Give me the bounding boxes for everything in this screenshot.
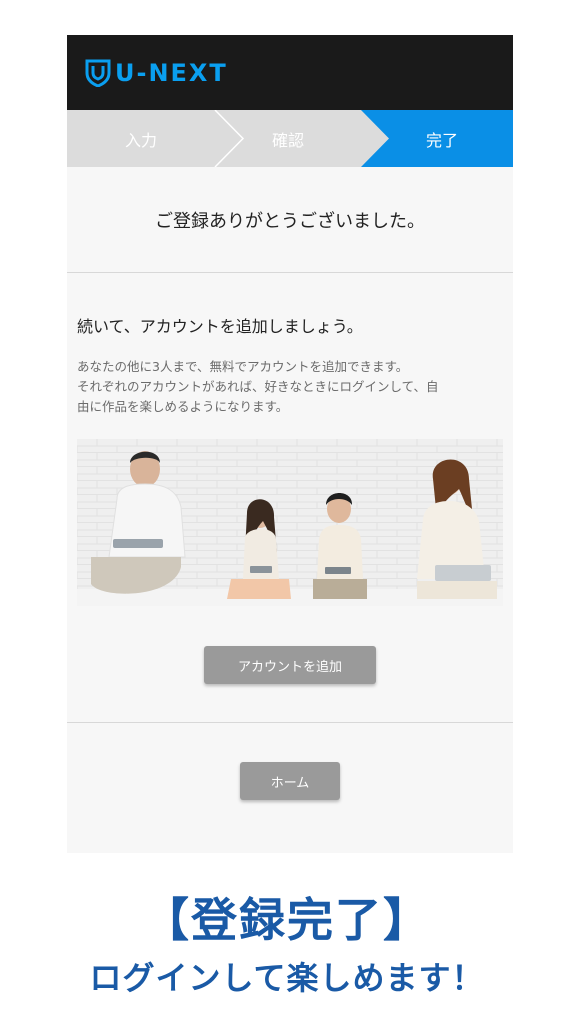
- app-screen: U-NEXT 入力 確認 完了 ご登録ありがとうございました。 続いて、アカウン…: [67, 35, 513, 853]
- desc-line-3: 由に作品を楽しめるようになります。: [77, 399, 289, 414]
- desc-line-1: あなたの他に3人まで、無料でアカウントを追加できます。: [77, 359, 409, 374]
- step-input: 入力: [124, 130, 157, 150]
- add-account-section: 続いて、アカウントを追加しましょう。 あなたの他に3人まで、無料でアカウントを追…: [67, 273, 513, 684]
- family-illustration: [77, 439, 503, 606]
- caption-title: 【登録完了】: [143, 893, 431, 947]
- family-photo: [77, 439, 503, 606]
- thanks-message: ご登録ありがとうございました。: [67, 167, 513, 273]
- u-next-logo[interactable]: U-NEXT: [85, 59, 228, 87]
- progress-steps: 入力 確認 完了: [67, 110, 513, 167]
- desc-line-2: それぞれのアカウントがあれば、好きなときにログインして、自: [77, 379, 439, 394]
- home-button[interactable]: ホーム: [240, 762, 340, 800]
- caption-subtitle: ログインして楽しめます！: [89, 959, 485, 997]
- section-headline: 続いて、アカウントを追加しましょう。: [77, 317, 363, 336]
- logo-text: U-NEXT: [115, 58, 228, 87]
- app-header: U-NEXT: [67, 35, 513, 110]
- step-complete: 完了: [425, 130, 458, 150]
- add-account-button[interactable]: アカウントを追加: [204, 646, 376, 684]
- home-wrap: ホーム: [67, 723, 513, 800]
- step-confirm: 確認: [271, 130, 304, 150]
- add-account-wrap: アカウントを追加: [77, 606, 503, 684]
- section-description: あなたの他に3人まで、無料でアカウントを追加できます。 それぞれのアカウントがあ…: [77, 357, 503, 417]
- shield-logo-icon: [85, 59, 111, 87]
- promo-caption: 【登録完了】 ログインして楽しめます！: [0, 890, 574, 1000]
